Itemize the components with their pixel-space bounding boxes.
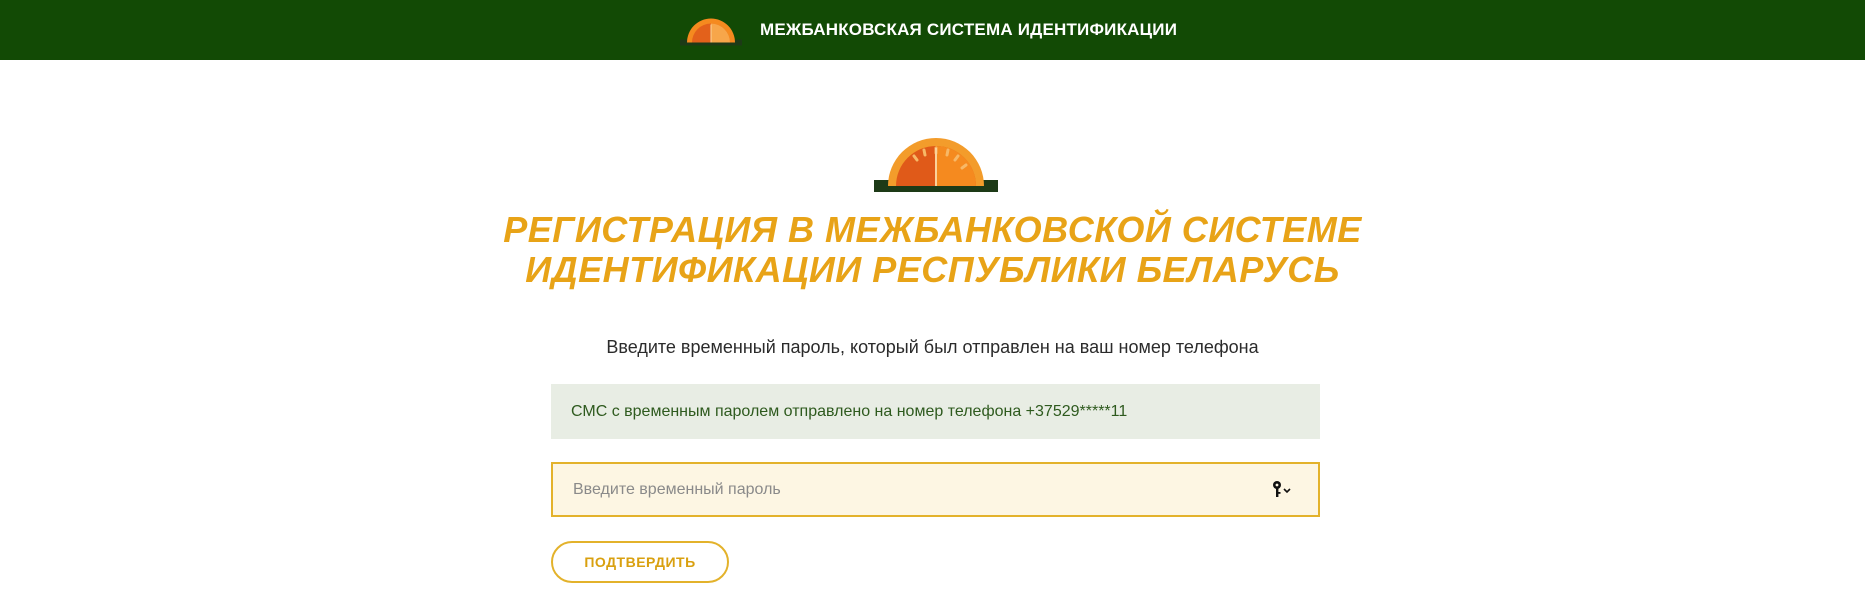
top-bar-branding: МЕЖБАНКОВСКАЯ СИСТЕМА ИДЕНТИФИКАЦИИ: [680, 0, 1177, 60]
sms-info-text: СМС с временным паролем отправлено на но…: [571, 402, 1128, 420]
temporary-password-field: [551, 462, 1320, 517]
temporary-password-input[interactable]: [553, 464, 1253, 515]
page-title: РЕГИСТРАЦИЯ В МЕЖБАНКОВСКОЙ СИСТЕМЕ ИДЕН…: [503, 209, 1362, 290]
instruction-text: Введите временный пароль, который был от…: [606, 337, 1259, 357]
top-bar: МЕЖБАНКОВСКАЯ СИСТЕМА ИДЕНТИФИКАЦИИ: [0, 0, 1865, 60]
header-title: МЕЖБАНКОВСКАЯ СИСТЕМА ИДЕНТИФИКАЦИИ: [760, 20, 1178, 39]
confirm-button[interactable]: ПОДТВЕРДИТЬ: [551, 541, 729, 583]
key-icon[interactable]: [1272, 480, 1292, 498]
sun-gauge-logo-icon: [680, 18, 742, 46]
sms-info-message: СМС с временным паролем отправлено на но…: [551, 384, 1320, 439]
sun-gauge-logo-icon: [874, 138, 998, 192]
